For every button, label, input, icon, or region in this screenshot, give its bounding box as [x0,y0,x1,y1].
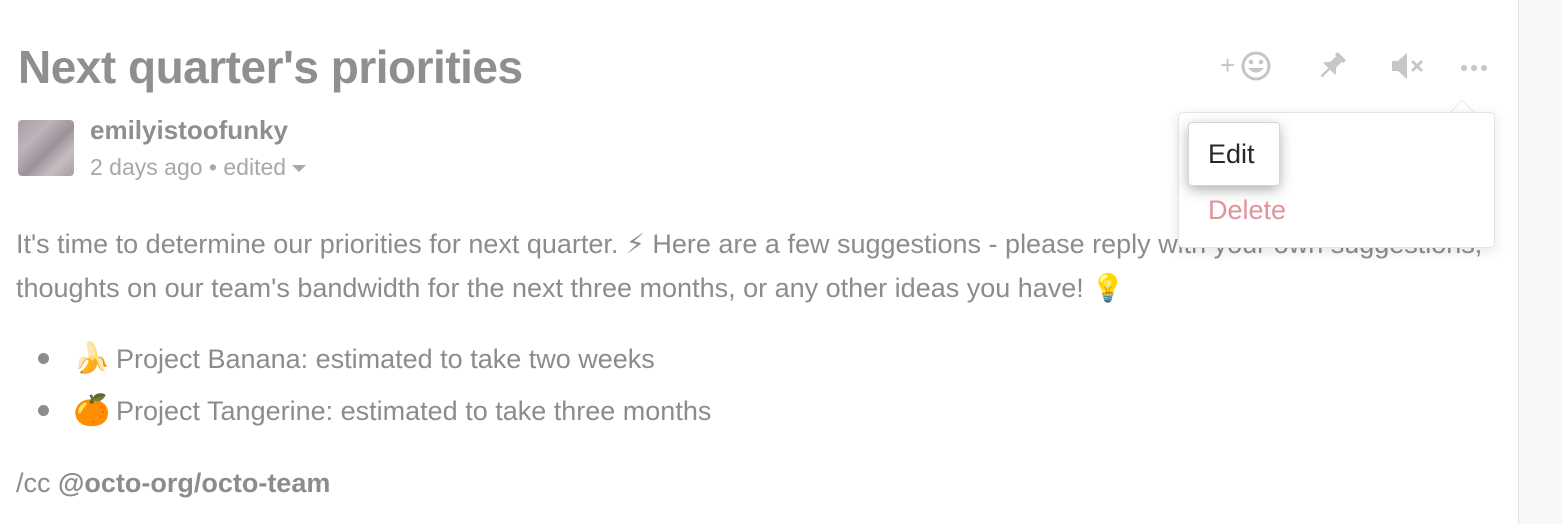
suggestion-list: 🍌 Project Banana: estimated to take two w… [38,338,711,442]
chevron-down-icon [292,165,307,173]
list-item: 🍌 Project Banana: estimated to take two w… [38,338,711,390]
list-item: 🍊 Project Tangerine: estimated to take th… [38,390,711,442]
timestamp[interactable]: 2 days ago [90,154,203,180]
pin-icon [1320,52,1346,78]
add-reaction-icon: + [1220,50,1271,81]
post-meta: 2 days ago • edited [90,154,307,181]
team-mention-link[interactable]: @octo-org/octo-team [58,468,330,498]
mute-icon [1392,53,1423,79]
list-item-text: Project Banana: estimated to take two we… [116,344,655,374]
mute-button[interactable] [1386,44,1430,88]
svg-text:+: + [1220,50,1235,80]
discussion-post: Next quarter's priorities emilyistoofunk… [0,0,1518,524]
delete-menu-item[interactable]: Delete [1208,191,1286,229]
add-reaction-button[interactable]: + [1214,44,1278,88]
meta-separator: • [208,154,217,180]
cc-prefix: /cc [16,468,51,498]
menu-caret [1450,100,1474,112]
edited-label: edited [223,154,287,180]
discussion-title: Next quarter's priorities [18,41,523,93]
more-options-icon [1461,65,1487,71]
pin-button[interactable] [1310,44,1354,88]
right-gutter [1518,0,1562,524]
edit-menu-item[interactable]: Edit [1189,123,1279,185]
banana-emoji-icon: 🍌 [73,342,111,375]
cc-line: /cc @octo-org/octo-team [16,468,330,499]
avatar[interactable] [18,120,74,176]
edited-history-toggle[interactable]: edited [223,154,307,180]
author-name[interactable]: emilyistoofunky [90,115,288,146]
tangerine-emoji-icon: 🍊 [73,394,111,427]
more-options-button[interactable] [1452,44,1496,88]
page: Next quarter's priorities emilyistoofunk… [0,0,1562,524]
list-item-text: Project Tangerine: estimated to take thr… [116,396,712,426]
